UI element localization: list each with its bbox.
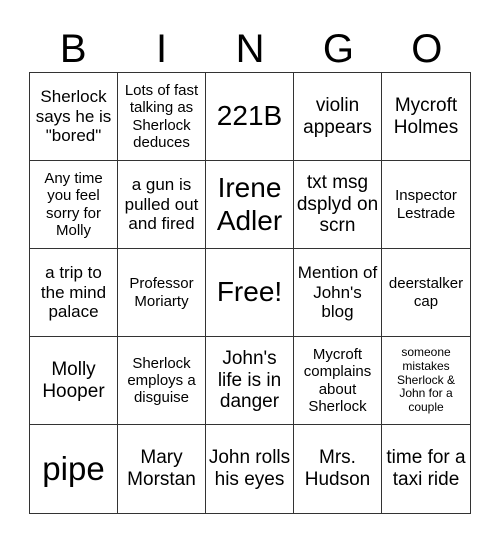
bingo-cell[interactable]: John rolls his eyes [206,425,294,513]
bingo-cell[interactable]: Sherlock employs a disguise [118,337,206,425]
header-letter-g: G [322,27,354,71]
bingo-cell[interactable]: violin appears [294,73,382,161]
bingo-cell[interactable]: Irene Adler [206,161,294,249]
bingo-cell[interactable]: 221B [206,73,294,161]
free-space-cell[interactable]: Free! [206,249,294,337]
bingo-cell[interactable]: Any time you feel sorry for Molly [30,161,118,249]
bingo-grid: Sherlock says he is "bored" Lots of fast… [29,72,471,514]
bingo-cell[interactable]: someone mistakes Sherlock & John for a c… [382,337,470,425]
bingo-cell[interactable]: Molly Hooper [30,337,118,425]
header-letter-i: I [156,27,168,71]
bingo-cell[interactable]: a trip to the mind palace [30,249,118,337]
header-letter-o: O [411,27,443,71]
bingo-cell[interactable]: Inspector Lestrade [382,161,470,249]
bingo-cell[interactable]: John's life is in danger [206,337,294,425]
bingo-cell[interactable]: deerstalker cap [382,249,470,337]
header-letter-n: N [235,27,265,71]
header-letter-b: B [59,27,87,71]
bingo-cell[interactable]: a gun is pulled out and fired [118,161,206,249]
bingo-cell[interactable]: Mrs. Hudson [294,425,382,513]
bingo-cell[interactable]: Professor Moriarty [118,249,206,337]
bingo-cell[interactable]: Mention of John's blog [294,249,382,337]
bingo-cell[interactable]: Sherlock says he is "bored" [30,73,118,161]
bingo-cell[interactable]: pipe [30,425,118,513]
bingo-cell[interactable]: Mycroft Holmes [382,73,470,161]
bingo-header: B I N G O [29,26,471,72]
bingo-cell[interactable]: Mycroft complains about Sherlock [294,337,382,425]
bingo-cell[interactable]: txt msg dsplyd on scrn [294,161,382,249]
bingo-cell[interactable]: Lots of fast talking as Sherlock deduces [118,73,206,161]
bingo-cell[interactable]: Mary Morstan [118,425,206,513]
bingo-cell[interactable]: time for a taxi ride [382,425,470,513]
